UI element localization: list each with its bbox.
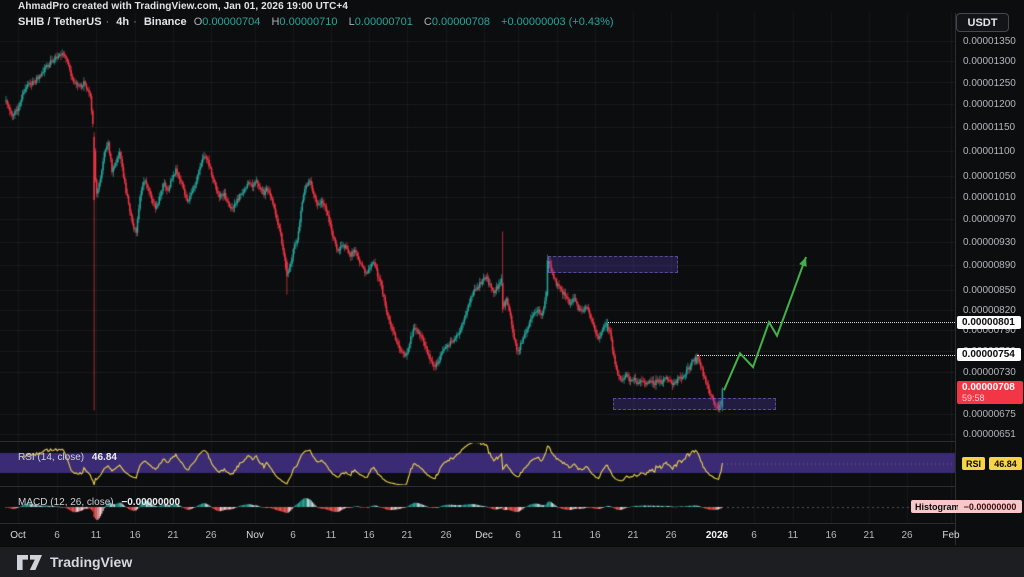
interval-label[interactable]: 4h: [116, 16, 129, 28]
time-tick: 21: [627, 530, 638, 541]
price-tick: 0.00001010: [963, 192, 1016, 203]
rsi-axis-value-badge: 46.84: [989, 457, 1022, 470]
price-tick: 0.00001100: [963, 146, 1015, 157]
time-tick: Feb: [942, 530, 959, 541]
open-value: 0.00000704: [202, 16, 260, 28]
brand-name[interactable]: TradingView: [50, 554, 132, 570]
time-tick: 6: [751, 530, 757, 541]
price-tick: 0.00001350: [963, 36, 1016, 47]
time-axis[interactable]: Oct 6 11 16 21 26 Nov 6 11 16 21 26 Dec 6 11 16 21 26 2026…: [0, 523, 955, 546]
time-tick: 21: [401, 530, 412, 541]
time-tick: 16: [825, 530, 836, 541]
time-tick: 16: [129, 530, 140, 541]
macd-status-row: MACD (12, 26, close) −0.00000000: [18, 497, 180, 508]
time-tick: 16: [589, 530, 600, 541]
price-tick: 0.00001200: [963, 99, 1016, 110]
time-tick: 11: [91, 530, 101, 541]
attribution-text: AhmadPro created with TradingView.com, J…: [18, 1, 348, 12]
time-tick: 6: [54, 530, 60, 541]
price-level-label: 0.00000801: [957, 316, 1021, 329]
rsi-status-row: RSI (14, close) 46.84: [18, 452, 117, 463]
price-tick: 0.00000890: [963, 260, 1016, 271]
symbol-status-row: SHIB / TetherUS · 4h · Binance O0.00000704…: [18, 16, 618, 28]
time-tick: 26: [205, 530, 216, 541]
time-tick: 11: [788, 530, 798, 541]
time-tick: Dec: [475, 530, 493, 541]
price-tick: 0.00001300: [963, 56, 1016, 67]
time-tick: 26: [901, 530, 912, 541]
time-tick: 26: [440, 530, 451, 541]
macd-value: −0.00000000: [121, 497, 180, 508]
price-level-line[interactable]: [608, 322, 955, 323]
price-tick: 0.00000730: [963, 367, 1016, 378]
low-value: 0.00000701: [355, 16, 413, 28]
chart-canvas[interactable]: [0, 0, 1024, 577]
price-tick: 0.00000675: [963, 409, 1016, 420]
symbol-title[interactable]: SHIB / TetherUS: [18, 16, 102, 28]
time-tick: 2026: [706, 530, 728, 541]
bar-countdown: 59:58: [962, 393, 1023, 404]
price-tick: 0.00000850: [963, 285, 1016, 296]
close-key: C: [424, 16, 432, 28]
price-tick: 0.00001250: [963, 78, 1016, 89]
time-tick: 6: [290, 530, 296, 541]
time-tick: 26: [665, 530, 676, 541]
macd-histogram-badge: Histogram: [911, 500, 964, 513]
separator: ·: [106, 16, 110, 28]
pane-separator[interactable]: [0, 486, 1024, 487]
macd-label[interactable]: MACD (12, 26, close): [18, 497, 114, 508]
time-tick: 21: [863, 530, 874, 541]
time-tick: Nov: [246, 530, 264, 541]
time-tick: Oct: [10, 530, 26, 541]
pane-separator[interactable]: [0, 441, 1024, 442]
price-tick: 0.00000930: [963, 237, 1016, 248]
tradingview-logo-icon[interactable]: [16, 554, 43, 571]
last-price-label: 0.00000708 59:58: [957, 381, 1023, 404]
footer-bar: TradingView: [0, 546, 1024, 577]
price-tick: 0.00000970: [963, 214, 1016, 225]
separator: ·: [133, 16, 137, 28]
supply-zone[interactable]: [548, 256, 678, 274]
currency-toggle-button[interactable]: USDT: [956, 13, 1009, 32]
time-tick: 16: [363, 530, 374, 541]
time-tick: 6: [515, 530, 521, 541]
low-key: L: [349, 16, 355, 28]
time-tick: 11: [552, 530, 562, 541]
macd-histogram-value-badge: −0.00000000: [958, 500, 1022, 513]
tradingview-chart-app: AhmadPro created with TradingView.com, J…: [0, 0, 1024, 577]
rsi-axis-badge: RSI: [962, 457, 985, 470]
exchange-label: Binance: [144, 16, 187, 28]
price-level-label: 0.00000754: [957, 348, 1021, 361]
price-tick: 0.00001150: [963, 122, 1015, 133]
close-value: 0.00000708: [432, 16, 490, 28]
price-tick: 0.00001050: [963, 171, 1016, 182]
open-key: O: [194, 16, 203, 28]
rsi-label[interactable]: RSI (14, close): [18, 452, 84, 463]
last-price-value: 0.00000708: [962, 382, 1023, 393]
time-tick: 21: [167, 530, 178, 541]
time-tick: 11: [326, 530, 336, 541]
price-tick: 0.00000820: [963, 305, 1016, 316]
high-value: 0.00000710: [279, 16, 337, 28]
rsi-value: 46.84: [92, 452, 117, 463]
price-level-line[interactable]: [697, 355, 955, 356]
demand-zone[interactable]: [613, 398, 776, 411]
price-tick: 0.00000651: [963, 429, 1016, 440]
change-value: +0.00000003 (+0.43%): [501, 16, 614, 28]
